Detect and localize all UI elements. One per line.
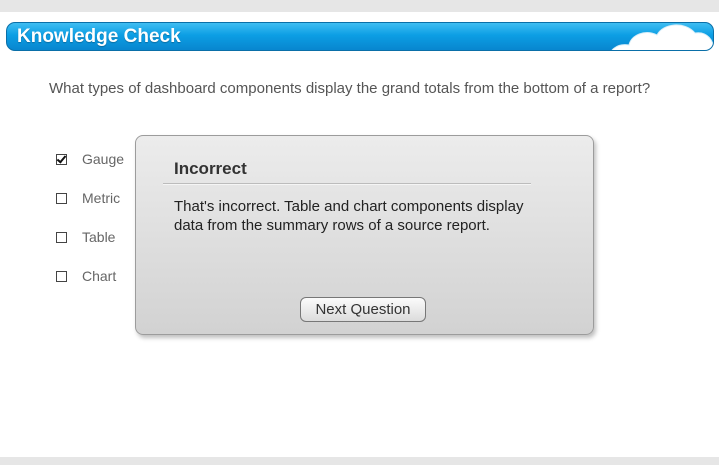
title-bar: Knowledge Check: [6, 22, 714, 51]
option-gauge[interactable]: Gauge: [56, 150, 124, 168]
checkbox[interactable]: [56, 231, 67, 243]
cloud-icon: [611, 24, 713, 50]
checkbox[interactable]: [56, 270, 67, 282]
next-question-button[interactable]: Next Question: [300, 297, 426, 322]
feedback-title: Incorrect: [174, 159, 247, 178]
checkbox-checked[interactable]: [56, 153, 67, 165]
feedback-dialog: Incorrect That's incorrect. Table and ch…: [135, 135, 594, 335]
option-label: Table: [82, 229, 116, 245]
option-table[interactable]: Table: [56, 228, 115, 246]
question-text: What types of dashboard components displ…: [49, 80, 651, 97]
option-label: Gauge: [82, 151, 125, 167]
checkbox[interactable]: [56, 192, 67, 204]
option-chart[interactable]: Chart: [56, 267, 116, 285]
option-label: Chart: [82, 268, 117, 284]
option-metric[interactable]: Metric: [56, 189, 120, 207]
feedback-message: That's incorrect. Table and chart compon…: [174, 198, 524, 234]
slide: Knowledge Check What types of dashboard …: [0, 12, 719, 457]
divider: [163, 183, 531, 185]
option-label: Metric: [82, 190, 121, 206]
page-title: Knowledge Check: [17, 26, 181, 47]
